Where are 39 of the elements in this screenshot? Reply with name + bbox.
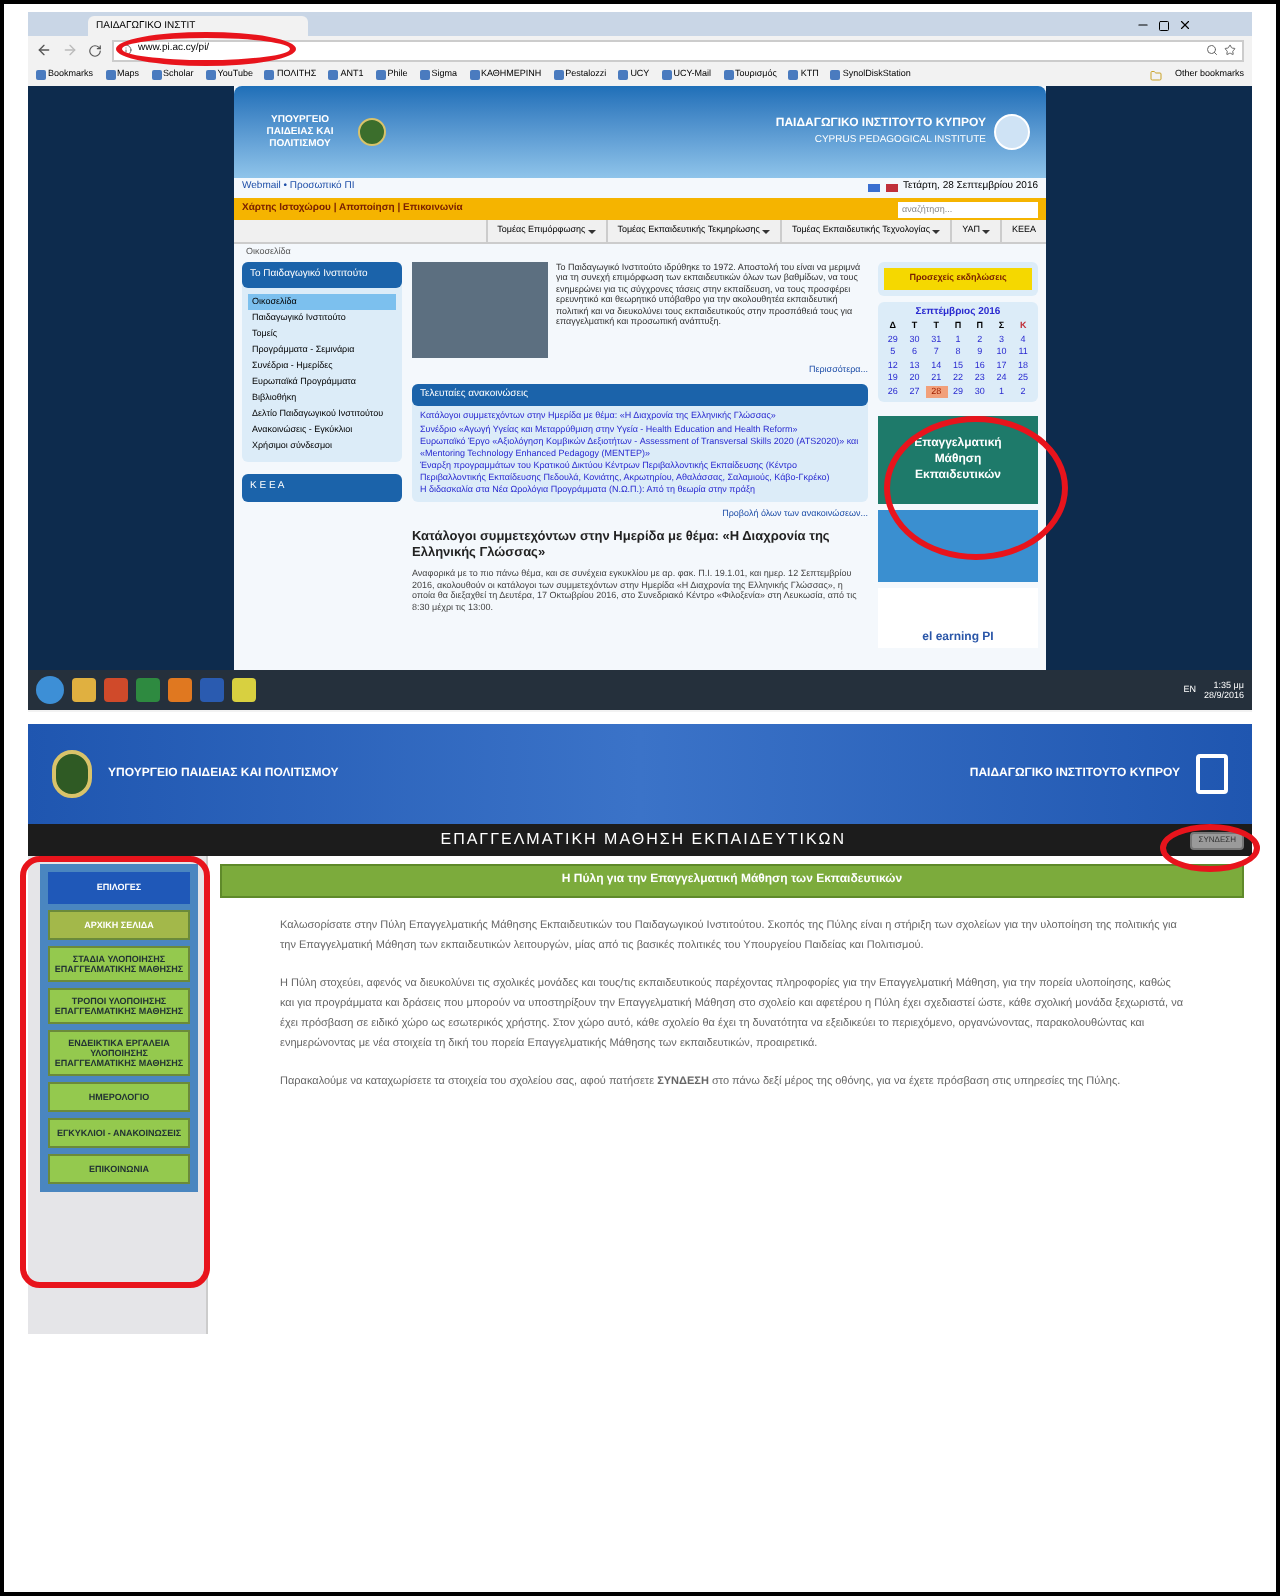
bookmark-favicon-icon — [264, 70, 275, 80]
dropdown-caret-icon — [981, 229, 990, 233]
bookmark-favicon-icon — [151, 70, 162, 80]
bookmark-favicon-icon — [830, 70, 841, 80]
back-icon[interactable] — [36, 42, 52, 58]
annotation-ellipse — [1160, 824, 1260, 872]
bookmark-favicon-icon — [553, 70, 564, 80]
reload-icon[interactable] — [88, 43, 102, 57]
logo-icon — [994, 114, 1030, 150]
bookmark-favicon-icon — [469, 70, 479, 80]
bookmark-favicon-icon — [105, 70, 116, 80]
bookmark-favicon-icon — [723, 70, 734, 80]
close-icon[interactable] — [1178, 18, 1192, 32]
bookmark-favicon-icon — [328, 70, 339, 80]
start-button-icon[interactable] — [36, 676, 64, 704]
bookmark-favicon-icon — [419, 70, 430, 80]
dropdown-caret-icon — [761, 229, 770, 233]
search-icon[interactable] — [1206, 44, 1218, 56]
emblem-icon — [52, 750, 92, 798]
dropdown-caret-icon — [587, 229, 596, 233]
folder-icon — [1150, 69, 1163, 81]
building-photo-placeholder — [412, 261, 548, 358]
taskbar-app-icon[interactable] — [168, 678, 192, 702]
bookmark-favicon-icon — [618, 70, 629, 80]
star-icon[interactable] — [1224, 44, 1236, 56]
emblem-icon — [358, 118, 386, 146]
bookmark-favicon-icon — [36, 70, 46, 80]
minimize-icon[interactable] — [1136, 18, 1150, 32]
bookmark-favicon-icon — [788, 70, 799, 80]
portal-title: ΕΠΑΓΓΕΛΜΑΤΙΚΗ ΜΑΘΗΣΗ ΕΚΠΑΙΔΕΥΤΙΚΩΝ — [440, 828, 847, 852]
info-icon — [120, 44, 132, 56]
bookmark-favicon-icon — [375, 70, 386, 80]
logo-icon — [1196, 754, 1228, 794]
dropdown-caret-icon — [932, 229, 941, 233]
bookmark-favicon-icon — [661, 70, 672, 80]
bookmark-favicon-icon — [205, 70, 216, 80]
taskbar-app-icon[interactable] — [72, 678, 96, 702]
taskbar-app-icon[interactable] — [232, 678, 256, 702]
maximize-icon[interactable] — [1158, 20, 1170, 32]
